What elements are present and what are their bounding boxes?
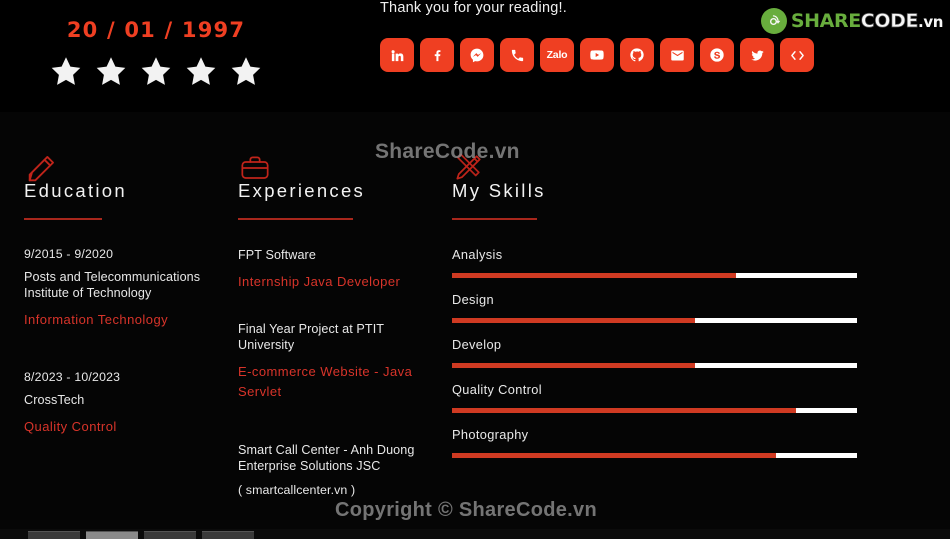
- skill-progress-fill: [452, 362, 695, 368]
- github-icon[interactable]: [620, 38, 654, 72]
- taskbar-item[interactable]: [144, 531, 196, 539]
- star-icon: [186, 57, 216, 85]
- skill-label: Photography: [452, 426, 529, 442]
- facebook-icon[interactable]: [420, 38, 454, 72]
- sharecode-logo: SHARECODE.vn: [760, 8, 944, 34]
- birth-date-text: 20 / 01 / 1997: [66, 18, 246, 42]
- phone-icon[interactable]: [500, 38, 534, 72]
- skill-label: Design: [452, 291, 494, 307]
- skype-icon[interactable]: [700, 38, 734, 72]
- experiences-title: Experiences: [238, 180, 366, 201]
- birth-date-block: 20 / 01 / 1997: [0, 18, 312, 89]
- social-links-row: Zalo: [380, 38, 814, 72]
- education-entry: 8/2023 - 10/2023 CrossTech Quality Contr…: [24, 370, 224, 437]
- education-entry-org: CrossTech: [24, 392, 85, 407]
- skill-progress-track: [452, 452, 857, 458]
- skill-progress-fill: [452, 452, 776, 458]
- skills-title: My Skills: [452, 180, 546, 201]
- education-underline: [24, 218, 102, 220]
- sharecode-logo-mark: [760, 8, 787, 34]
- logo-vn-text: .vn: [918, 13, 943, 31]
- skill-item: Quality Control: [452, 382, 862, 413]
- briefcase-icon: [238, 112, 438, 179]
- skills-column: My Skills Analysis Design Develop Qualit…: [452, 112, 862, 472]
- experience-entry-note: ( smartcallcenter.vn ): [238, 483, 356, 498]
- experiences-underline: [238, 218, 353, 220]
- skill-progress-fill: [452, 317, 695, 323]
- email-icon[interactable]: [660, 38, 694, 72]
- skill-label: Quality Control: [452, 381, 542, 397]
- skill-progress-track: [452, 317, 857, 323]
- experiences-column: Experiences FPT Software Internship Java…: [238, 112, 438, 518]
- sharecode-logo-text: SHARECODE.vn: [790, 10, 944, 33]
- education-entries: 9/2015 - 9/2020 Posts and Telecommunicat…: [24, 247, 224, 438]
- experience-entry-role: Internship Java Developer: [238, 273, 401, 289]
- experience-entry: FPT Software Internship Java Developer: [238, 247, 438, 292]
- skills-list: Analysis Design Develop Quality Control: [452, 247, 862, 458]
- skill-label: Develop: [452, 336, 502, 352]
- taskbar-items: [28, 531, 254, 539]
- taskbar: [0, 529, 950, 539]
- education-column: Education 9/2015 - 9/2020 Posts and Tele…: [24, 112, 224, 458]
- linkedin-icon[interactable]: [380, 38, 414, 72]
- pen-ruler-icon: [452, 112, 862, 180]
- education-entry-date: 9/2015 - 9/2020: [24, 246, 114, 261]
- main-columns: Education 9/2015 - 9/2020 Posts and Tele…: [0, 112, 950, 539]
- experience-entry: Smart Call Center - Anh Duong Enterprise…: [238, 442, 438, 497]
- messenger-icon[interactable]: [460, 38, 494, 72]
- zalo-icon[interactable]: Zalo: [540, 38, 574, 72]
- experience-entry-role: E-commerce Website - Java Servlet: [238, 363, 413, 400]
- education-title: Education: [24, 180, 127, 201]
- skill-progress-track: [452, 362, 857, 368]
- skill-item: Design: [452, 292, 862, 323]
- zalo-label: Zalo: [546, 49, 568, 61]
- skill-progress-track: [452, 272, 857, 278]
- education-entry-role: Information Technology: [24, 311, 169, 327]
- star-icon: [231, 57, 261, 85]
- star-icon: [141, 57, 171, 85]
- experience-entry-org: Smart Call Center - Anh Duong Enterprise…: [238, 443, 415, 474]
- youtube-icon[interactable]: [580, 38, 614, 72]
- thanks-text: Thank you for your reading!.: [380, 0, 567, 16]
- logo-code-text: CODE: [860, 10, 919, 33]
- skill-progress-fill: [452, 407, 797, 413]
- rating-stars: [0, 55, 312, 89]
- skill-item: Photography: [452, 427, 862, 458]
- twitter-icon[interactable]: [740, 38, 774, 72]
- pencil-icon: [24, 112, 224, 182]
- education-entry: 9/2015 - 9/2020 Posts and Telecommunicat…: [24, 247, 224, 330]
- skill-progress-track: [452, 407, 857, 413]
- taskbar-item[interactable]: [28, 531, 80, 539]
- code-icon[interactable]: [780, 38, 814, 72]
- experience-entry: Final Year Project at PTIT University E-…: [238, 321, 438, 403]
- star-icon: [51, 57, 81, 85]
- skill-item: Develop: [452, 337, 862, 368]
- top-header-band: 20 / 01 / 1997 Thank you for your readin…: [0, 0, 950, 112]
- taskbar-item[interactable]: [86, 531, 138, 539]
- skill-progress-fill: [452, 272, 736, 278]
- taskbar-item[interactable]: [202, 531, 254, 539]
- star-icon: [96, 57, 126, 85]
- education-entry-date: 8/2023 - 10/2023: [24, 369, 121, 384]
- skills-underline: [452, 218, 537, 220]
- experience-entry-org: Final Year Project at PTIT University: [238, 321, 384, 352]
- experience-entry-org: FPT Software: [238, 247, 316, 262]
- skill-label: Analysis: [452, 246, 503, 262]
- education-entry-org: Posts and Telecommunications Institute o…: [24, 269, 201, 300]
- logo-share-text: SHARE: [790, 10, 861, 32]
- experiences-entries: FPT Software Internship Java Developer F…: [238, 247, 438, 498]
- skill-item: Analysis: [452, 247, 862, 278]
- education-entry-role: Quality Control: [24, 418, 117, 434]
